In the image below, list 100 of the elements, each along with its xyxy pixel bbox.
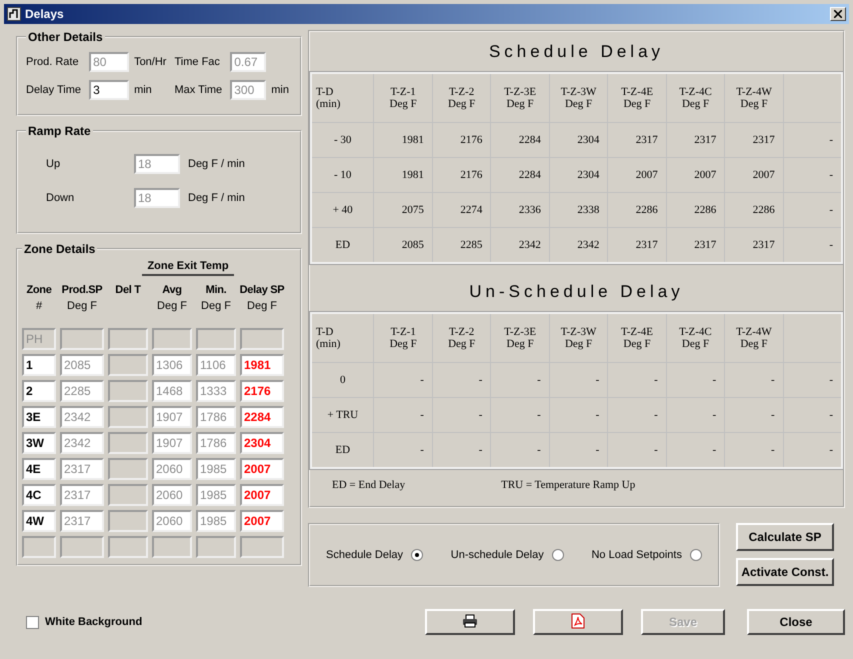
table-cell: 2286	[636, 204, 658, 216]
column-unit: #	[34, 300, 44, 312]
table-cell: - 10	[334, 169, 352, 181]
zone-field[interactable]	[108, 380, 148, 402]
zone-field[interactable]: 2	[22, 380, 56, 402]
zone-field[interactable]: 3W	[22, 432, 56, 454]
zone-field[interactable]: 1907	[152, 432, 192, 454]
zone-field[interactable]	[60, 536, 104, 558]
action-button[interactable]: Activate Const.	[736, 558, 834, 586]
zone-field[interactable]: 2007	[240, 484, 284, 506]
zone-field[interactable]: 3E	[22, 406, 56, 428]
zone-field[interactable]: 2284	[240, 406, 284, 428]
zone-field[interactable]	[152, 328, 192, 350]
zone-field[interactable]	[240, 536, 284, 558]
zone-field[interactable]: 1786	[196, 432, 236, 454]
zone-field[interactable]: 2317	[60, 510, 104, 532]
radio-label: No Load Setpoints	[591, 549, 682, 561]
checkbox[interactable]	[26, 616, 39, 628]
zone-field[interactable]	[60, 328, 104, 350]
print-button[interactable]	[425, 609, 515, 635]
column-header: (min)	[316, 98, 340, 110]
column-group-header: Zone Exit Temp	[142, 256, 234, 276]
zone-field[interactable]	[108, 406, 148, 428]
column-header: Deg F	[564, 338, 592, 350]
column-header: T-Z-4W	[736, 326, 772, 338]
table-cell: - 30	[334, 134, 352, 146]
text-field[interactable]: 3	[89, 80, 130, 100]
zone-field[interactable]: 2317	[60, 458, 104, 480]
table-cell: -	[829, 444, 833, 456]
zone-field[interactable]	[108, 510, 148, 532]
pdf-button[interactable]	[533, 609, 623, 635]
action-button[interactable]: Calculate SP	[736, 523, 834, 551]
table-cell: 2336	[518, 204, 541, 216]
zone-field[interactable]: 4W	[22, 510, 56, 532]
zone-field[interactable]: 4E	[22, 458, 56, 480]
zone-field[interactable]: 1	[22, 354, 56, 376]
zone-field[interactable]: 4C	[22, 484, 56, 506]
column-header: T-Z-4C	[679, 326, 712, 338]
zone-field[interactable]	[196, 536, 236, 558]
column-header: T-Z-1	[390, 86, 416, 98]
column-header: Zone	[26, 284, 52, 296]
zone-field[interactable]: 1333	[196, 380, 236, 402]
zone-field[interactable]	[108, 432, 148, 454]
zone-field[interactable]	[108, 354, 148, 376]
zone-field[interactable]: 1907	[152, 406, 192, 428]
table-cell: -	[712, 409, 716, 421]
zone-field[interactable]	[240, 328, 284, 350]
zone-field[interactable]: 1981	[240, 354, 284, 376]
zone-field[interactable]: 1786	[196, 406, 236, 428]
zone-field[interactable]	[108, 458, 148, 480]
zone-field[interactable]: 2317	[60, 484, 104, 506]
zone-field[interactable]: 2007	[240, 510, 284, 532]
column-unit: Deg F	[200, 300, 232, 312]
zone-field[interactable]: 1306	[152, 354, 192, 376]
table-cell: 2085	[402, 239, 424, 251]
table-cell: -	[478, 374, 482, 386]
zone-field[interactable]: 2342	[60, 406, 104, 428]
radio-button[interactable]	[552, 549, 564, 561]
zone-field[interactable]: 2085	[60, 354, 104, 376]
zone-field[interactable]: 2304	[240, 432, 284, 454]
zone-field[interactable]: 2060	[152, 484, 192, 506]
close-button[interactable]	[830, 7, 846, 21]
zone-field[interactable]	[108, 536, 148, 558]
action-button[interactable]: Close	[747, 609, 845, 635]
column-header: Deg F	[390, 98, 417, 110]
radio-button[interactable]	[411, 549, 424, 561]
zone-field[interactable]	[108, 484, 148, 506]
zone-field[interactable]: 2007	[240, 458, 284, 480]
printer-icon	[462, 614, 478, 628]
zone-field[interactable]	[196, 328, 236, 350]
table-cell: 0	[340, 374, 346, 386]
unit-label: Deg F / min	[188, 158, 246, 170]
table-cell: -	[829, 204, 833, 216]
table-cell: -	[712, 444, 716, 456]
zone-field[interactable]: 1106	[196, 354, 236, 376]
zone-field[interactable]: 2176	[240, 380, 284, 402]
table-cell: -	[596, 444, 600, 456]
zone-field[interactable]: 2060	[152, 458, 192, 480]
table-title: Schedule Delay	[488, 42, 664, 62]
column-header: Deg F	[623, 98, 651, 110]
zone-field[interactable]: 1985	[196, 510, 236, 532]
zone-field[interactable]	[108, 328, 148, 350]
zone-field[interactable]	[152, 536, 192, 558]
field-label: Time Fac	[174, 56, 221, 68]
pdf-icon	[571, 612, 585, 628]
table-title: Un-Schedule Delay	[469, 282, 684, 302]
zone-field[interactable]: 2285	[60, 380, 104, 402]
column-header: Delay SP	[240, 284, 284, 296]
zone-field[interactable]: 1985	[196, 458, 236, 480]
zone-field[interactable]: 2060	[152, 510, 192, 532]
table-cell: 2176	[460, 134, 482, 146]
radio-label: Schedule Delay	[326, 549, 404, 561]
column-unit: Deg F	[156, 300, 188, 312]
radio-button[interactable]	[690, 549, 702, 561]
zone-field[interactable]: 1985	[196, 484, 236, 506]
zone-field[interactable]: 1468	[152, 380, 192, 402]
unit-label: Ton/Hr	[134, 56, 168, 68]
table-cell: -	[478, 409, 482, 421]
table-cell: -	[537, 409, 541, 421]
zone-field[interactable]: 2342	[60, 432, 104, 454]
